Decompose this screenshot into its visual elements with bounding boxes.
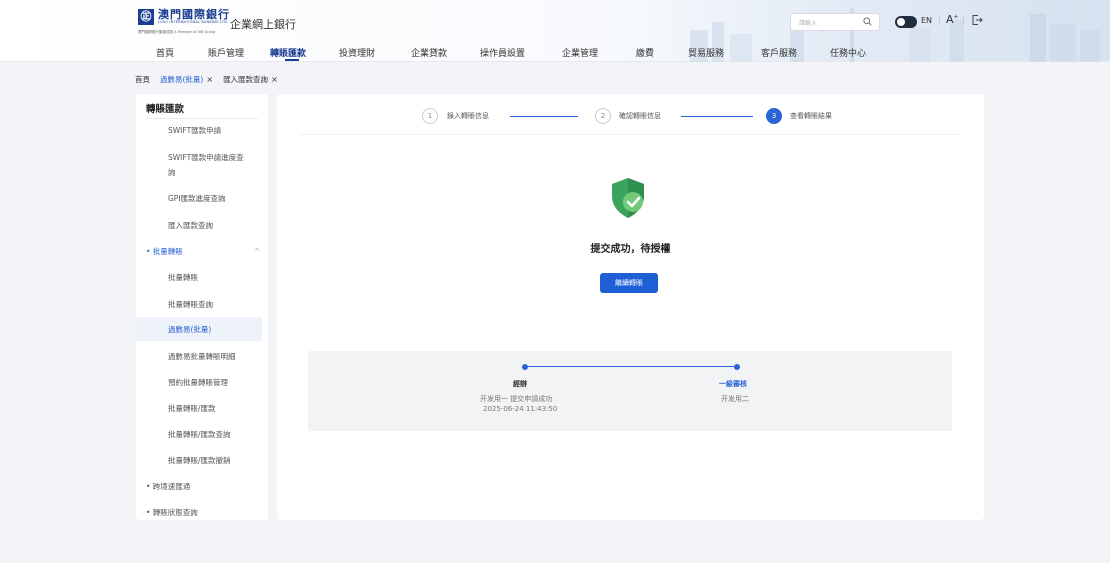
flow-node-1-time: 2025-06-24 11:43:50: [483, 405, 558, 413]
nav-item-trade-services[interactable]: 貿易服務: [688, 46, 724, 59]
bank-group-text: 廈門國際銀行集團成員 A Member of XIB Group: [138, 30, 216, 34]
header-separator: |: [938, 16, 941, 25]
bank-name-en: LUSO INTERNATIONAL BANKING LTD.: [158, 20, 229, 24]
result-title: 提交成功，待授權: [590, 244, 671, 255]
tab-label: 過數易(批量): [160, 74, 204, 84]
sidebar-item-batch-transfer-query[interactable]: 批量轉賬查詢: [168, 298, 213, 311]
sidebar-item-swift-progress-cont[interactable]: 詢: [168, 166, 176, 179]
main-panel: 1 錄入轉賬信息 2 確認轉賬信息 3 查看轉賬結果 提交成功，待授權 繼續轉賬…: [277, 94, 984, 520]
font-size-label: A: [946, 13, 954, 26]
step-2-number: 2: [595, 108, 611, 124]
nav-item-bill-payment[interactable]: 繳費: [636, 46, 654, 59]
flow-node-1-title: 經辦: [513, 380, 527, 388]
flow-node-dot: [734, 364, 740, 370]
bank-name-cn: 澳門國際銀行: [158, 8, 230, 21]
font-size-button[interactable]: A+: [946, 13, 959, 26]
sidebar-item-batch-easy-transfer[interactable]: 過數易(批量): [168, 323, 211, 336]
sidebar-item-swift-progress[interactable]: SWIFT匯款申請進度查: [168, 151, 244, 164]
close-icon[interactable]: ×: [271, 75, 278, 84]
search-input[interactable]: 請輸入: [799, 18, 817, 27]
step-3-label: 查看轉賬結果: [790, 112, 832, 120]
nav-item-task-center[interactable]: 任務中心: [830, 46, 866, 59]
tab-inward-remittance-query[interactable]: 匯入匯款查詢 ×: [223, 74, 278, 85]
nav-item-investment[interactable]: 投資理財: [339, 46, 375, 59]
sidebar-item-scheduled-batch[interactable]: 預約批量轉賬管理: [168, 376, 228, 389]
search-box[interactable]: 請輸入: [790, 13, 880, 31]
continue-transfer-button[interactable]: 繼續轉賬: [600, 273, 658, 293]
tab-batch-easy-transfer[interactable]: 過數易(批量) ×: [160, 74, 213, 85]
tab-label: 匯入匯款查詢: [223, 74, 269, 84]
step-connector: [510, 116, 578, 117]
font-size-plus: +: [953, 13, 959, 21]
sidebar-item-batch-transfer[interactable]: 批量轉賬: [168, 271, 198, 284]
flow-node-2-detail: 开发用二: [721, 395, 749, 403]
language-switch[interactable]: EN: [921, 16, 932, 25]
sidebar-item-gpi-progress[interactable]: GPI匯款進度查詢: [168, 192, 226, 205]
flow-node-dot: [522, 364, 528, 370]
page-tabs: 首頁 過數易(批量) × 匯入匯款查詢 ×: [135, 70, 288, 88]
nav-item-accounts[interactable]: 賬戶管理: [208, 46, 244, 59]
step-connector: [681, 116, 753, 117]
search-icon[interactable]: [863, 17, 872, 26]
step-3-number: 3: [766, 108, 782, 124]
flow-connector: [528, 366, 734, 367]
nav-item-transfer[interactable]: 轉賬匯款: [270, 46, 306, 59]
nav-item-customer-service[interactable]: 客戶服務: [761, 46, 797, 59]
nav-item-enterprise-mgmt[interactable]: 企業管理: [562, 46, 598, 59]
sidebar: 轉賬匯款 SWIFT匯款申請 SWIFT匯款申請進度查 詢 GPI匯款進度查詢 …: [136, 94, 268, 520]
approval-flow: 經辦 开发用一 提交申請成功 2025-06-24 11:43:50 一級審核 …: [308, 351, 952, 431]
flow-node-1-detail: 开发用一 提交申請成功: [480, 395, 553, 403]
sidebar-item-batch-remit[interactable]: 批量轉賬/匯款: [168, 402, 216, 415]
sidebar-group-batch-transfer[interactable]: • 批量轉賬: [146, 245, 183, 258]
flow-node-2-title: 一級審核: [719, 380, 747, 388]
sidebar-divider: [146, 118, 258, 119]
sidebar-group-transfer-status[interactable]: • 轉賬狀態查詢: [146, 506, 198, 519]
step-1-label: 錄入轉賬信息: [447, 112, 489, 120]
success-shield-icon: [612, 178, 644, 218]
sidebar-item-inward-remittance[interactable]: 匯入匯款查詢: [168, 219, 213, 232]
top-header: ㊣ 澳門國際銀行 LUSO INTERNATIONAL BANKING LTD.…: [0, 0, 1110, 62]
header-separator: |: [962, 16, 965, 25]
sidebar-item-batch-remit-query[interactable]: 批量轉賬/匯款查詢: [168, 428, 231, 441]
sidebar-item-batch-easy-detail[interactable]: 過數易批量轉賬明細: [168, 350, 236, 363]
nav-active-indicator: [285, 59, 299, 61]
main-nav: 首頁 賬戶管理 轉賬匯款 投資理財 企業貸款 操作員設置 企業管理 繳費 貿易服…: [0, 40, 1110, 62]
bank-logo-icon: ㊣: [138, 9, 154, 25]
step-indicator: 1 錄入轉賬信息 2 確認轉賬信息 3 查看轉賬結果: [277, 94, 984, 134]
sidebar-group-cross-border[interactable]: • 跨境速匯通: [146, 480, 190, 493]
close-icon[interactable]: ×: [206, 75, 213, 84]
app-title: 企業網上銀行: [230, 18, 296, 31]
sidebar-item-swift-application[interactable]: SWIFT匯款申請: [168, 124, 221, 137]
step-1-number: 1: [422, 108, 438, 124]
nav-item-loans[interactable]: 企業貸款: [411, 46, 447, 59]
nav-item-home[interactable]: 首頁: [156, 46, 174, 59]
logout-icon[interactable]: [971, 14, 983, 26]
sidebar-title: 轉賬匯款: [146, 104, 185, 115]
steps-divider: [299, 134, 959, 135]
chevron-up-icon[interactable]: ^: [254, 245, 260, 258]
nav-item-operator-settings[interactable]: 操作員設置: [480, 46, 525, 59]
bank-logo[interactable]: ㊣ 澳門國際銀行 LUSO INTERNATIONAL BANKING LTD.: [138, 9, 230, 25]
theme-toggle[interactable]: [895, 16, 917, 28]
tab-home[interactable]: 首頁: [135, 74, 150, 85]
step-2-label: 確認轉賬信息: [619, 112, 661, 120]
tab-label: 首頁: [135, 74, 150, 84]
sidebar-item-batch-remit-cancel[interactable]: 批量轉賬/匯款撤銷: [168, 454, 231, 467]
